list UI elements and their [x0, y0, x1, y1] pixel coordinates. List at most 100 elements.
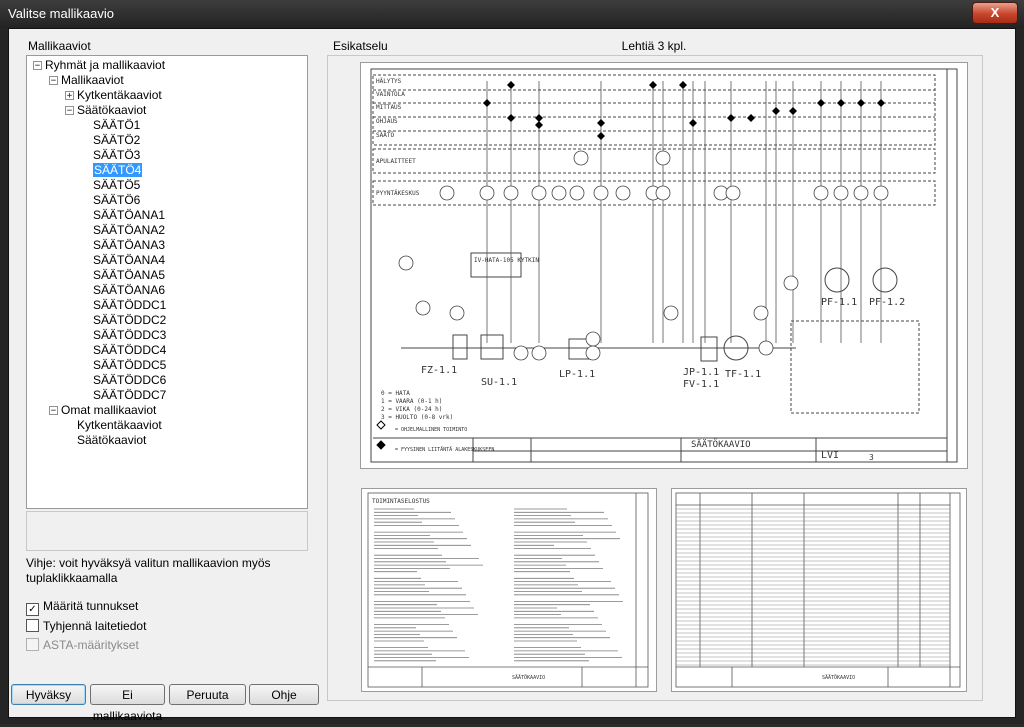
tree-item-label: SÄÄTÖDDC4 [93, 343, 167, 357]
tree-item-label: SÄÄTÖ6 [93, 193, 141, 207]
tree-item[interactable]: SÄÄTÖ3 [93, 148, 140, 163]
tree-expander-icon[interactable]: − [49, 76, 58, 86]
no-template-button[interactable]: Ei mallikaaviota [90, 684, 165, 723]
tree-item-label: SÄÄTÖDDC5 [93, 358, 167, 372]
tree-item[interactable]: SÄÄTÖANA6 [93, 283, 165, 298]
tree-item[interactable]: Omat mallikaaviot [61, 403, 156, 418]
legend-line: = OHJELMALLINEN TOIMINTO [395, 427, 467, 433]
tree-item[interactable]: SÄÄTÖDDC6 [93, 373, 166, 388]
tree-item[interactable]: SÄÄTÖ5 [93, 178, 140, 193]
checkbox-box[interactable]: ✓ [26, 603, 39, 616]
tree-expander-icon[interactable]: − [65, 106, 74, 116]
tree-item-label: SÄÄTÖANA6 [93, 283, 166, 297]
tree-item-label: Kytkentäkaaviot [77, 88, 162, 102]
checkbox-tyhjenna-laitetiedot[interactable]: Tyhjennä laitetiedot [26, 618, 146, 634]
legend-line: = FYYSINEN LIITÄNTÄ ALAKESKUKSEEN [395, 446, 494, 453]
tree-group-label: Mallikaaviot [26, 39, 93, 53]
tree-item[interactable]: SÄÄTÖANA3 [93, 238, 165, 253]
box-text: IV-HATA-105 KYTKIN [474, 257, 539, 264]
tree-item-label: SÄÄTÖ1 [93, 118, 141, 132]
tree-item[interactable]: SÄÄTÖANA4 [93, 253, 165, 268]
tree-item-label: SÄÄTÖ3 [93, 148, 141, 162]
tree-item[interactable]: SÄÄTÖDDC7 [93, 388, 166, 403]
legend-line: 2 = VIKA (0-24 h) [381, 406, 442, 413]
description-sheet: TOIMINTASELOSTUS SÄÄTÖKAAVIO [367, 492, 649, 688]
window-title: Valitse mallikaavio [8, 6, 114, 21]
tree-item-label: SÄÄTÖDDC7 [93, 388, 167, 402]
dialog-client: Mallikaaviot − Ryhmät ja mallikaaviot − Mal… [8, 28, 1016, 723]
svg-text:HÄLYTYS: HÄLYTYS [376, 78, 402, 85]
unit-label-pf2: PF-1.2 [869, 297, 905, 308]
unit-label-jp: JP-1.1 [683, 367, 719, 378]
checkbox-box [26, 638, 39, 651]
preview-sheet-3[interactable]: SÄÄTÖKAAVIO [671, 488, 967, 692]
tree-item[interactable]: Kytkentäkaaviot [77, 88, 162, 103]
sheet2-footer: SÄÄTÖKAAVIO [512, 674, 545, 681]
tree-item-label: SÄÄTÖANA1 [93, 208, 166, 222]
sheet2-title: TOIMINTASELOSTUS [372, 498, 430, 505]
tree-item[interactable]: SÄÄTÖDDC2 [93, 313, 166, 328]
title-block-sheet: 3 [869, 453, 874, 462]
tree-item[interactable]: SÄÄTÖ4 [93, 163, 143, 178]
checkbox-maarita-tunnukset[interactable]: ✓ Määritä tunnukset [26, 598, 139, 616]
tree-item[interactable]: Mallikaaviot [61, 73, 124, 88]
legend-line: 0 = HATA [381, 390, 410, 397]
checkbox-label: Määritä tunnukset [43, 599, 139, 613]
tree-item-label: Ryhmät ja mallikaaviot [45, 58, 166, 72]
tree-item-label: SÄÄTÖ5 [93, 178, 141, 192]
checkbox-asta-maaritykset: ASTA-määritykset [26, 637, 139, 653]
tree-item[interactable]: SÄÄTÖ6 [93, 193, 140, 208]
title-block-discipline: LVI [821, 450, 839, 461]
dialog-window: Valitse mallikaavio X Mallikaaviot − Ryhm… [0, 0, 1024, 724]
control-diagram: HÄLYTYS VAINTOLA MITTAUS OHJAUS SÄÄTÖ AP… [370, 68, 958, 463]
legend-line: 1 = VAARA (0-1 h) [381, 398, 442, 405]
tree-item-label: Säätökaaviot [77, 433, 147, 447]
svg-text:PYYNTÄKESKUS: PYYNTÄKESKUS [376, 190, 420, 197]
tree-item[interactable]: SÄÄTÖDDC1 [93, 298, 166, 313]
tree-item-label: Säätökaaviot [77, 103, 147, 117]
tree-item[interactable]: Säätökaaviot [77, 433, 146, 448]
svg-text:SÄÄTÖ: SÄÄTÖ [376, 132, 394, 139]
tree-item[interactable]: Ryhmät ja mallikaaviot [45, 58, 165, 73]
checkbox-label: Tyhjennä laitetiedot [43, 619, 147, 633]
tree-item-label: Omat mallikaaviot [61, 403, 157, 417]
title-bar[interactable]: Valitse mallikaavio X [0, 0, 1024, 28]
tree-expander-icon[interactable]: − [49, 406, 58, 416]
tree-item[interactable]: SÄÄTÖ1 [93, 118, 140, 133]
help-button[interactable]: Ohje [249, 684, 319, 705]
svg-text:MITTAUS: MITTAUS [376, 104, 402, 111]
tree-item[interactable]: SÄÄTÖDDC5 [93, 358, 166, 373]
tree-item[interactable]: SÄÄTÖDDC3 [93, 328, 166, 343]
ok-button[interactable]: Hyväksy [11, 684, 86, 705]
preview-sheet-2[interactable]: TOIMINTASELOSTUS SÄÄTÖKAAVIO [361, 488, 657, 692]
tree-item-label: SÄÄTÖANA2 [93, 223, 166, 237]
equipment-list-sheet: SÄÄTÖKAAVIO [675, 492, 961, 688]
cancel-button[interactable]: Peruuta [169, 684, 246, 705]
tree-item[interactable]: SÄÄTÖANA1 [93, 208, 165, 223]
tree-item[interactable]: SÄÄTÖDDC4 [93, 343, 166, 358]
unit-label-tf: TF-1.1 [725, 369, 761, 380]
svg-text:APULAITTEET: APULAITTEET [376, 158, 416, 165]
tree-item-label: SÄÄTÖDDC6 [93, 373, 167, 387]
tree-item[interactable]: SÄÄTÖANA2 [93, 223, 165, 238]
tree-expander-icon[interactable]: + [65, 91, 74, 101]
tree-item-label: SÄÄTÖANA4 [93, 253, 166, 267]
legend-line: 3 = HUOLTO (0-8 vrk) [381, 414, 453, 421]
tree-item-label: SÄÄTÖ4 [93, 163, 143, 177]
template-tree[interactable]: − Ryhmät ja mallikaaviot − Mallikaaviot + Kyt… [26, 55, 308, 509]
preview-sheet-1[interactable]: HÄLYTYS VAINTOLA MITTAUS OHJAUS SÄÄTÖ AP… [360, 62, 968, 469]
svg-text:OHJAUS: OHJAUS [376, 118, 398, 125]
title-block-name: SÄÄTÖKAAVIO [691, 439, 751, 450]
tree-item[interactable]: SÄÄTÖANA5 [93, 268, 165, 283]
tree-item[interactable]: SÄÄTÖ2 [93, 133, 140, 148]
tree-item[interactable]: Säätökaaviot [77, 103, 146, 118]
tree-item[interactable]: Kytkentäkaaviot [77, 418, 162, 433]
tree-expander-icon[interactable]: − [33, 61, 42, 71]
page-count: Lehtiä 3 kpl. [621, 39, 687, 53]
tree-item-label: SÄÄTÖANA5 [93, 268, 166, 282]
checkbox-box[interactable] [26, 619, 39, 632]
svg-text:VAINTOLA: VAINTOLA [376, 91, 405, 98]
close-button[interactable]: X [972, 2, 1018, 24]
sheet3-footer: SÄÄTÖKAAVIO [822, 674, 855, 681]
tree-item-label: SÄÄTÖANA3 [93, 238, 166, 252]
